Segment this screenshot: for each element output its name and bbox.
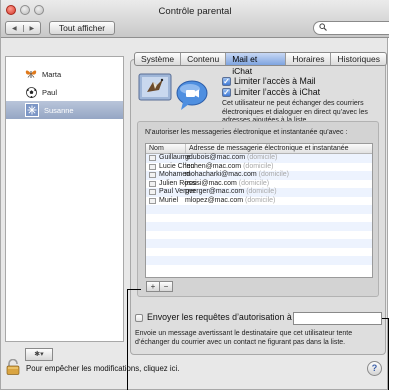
table-row-empty (146, 214, 372, 223)
table-row-empty (146, 256, 372, 265)
callout-line-request-field-vertical (388, 318, 389, 390)
table-row-empty (146, 222, 372, 231)
contact-address: pverger@mac.com (domicile) (185, 188, 277, 195)
contact-name: Muriel (159, 196, 179, 204)
user-name: Marta (42, 69, 62, 79)
back-forward-buttons: ◀ ▶ (5, 21, 41, 35)
user-item-paul[interactable]: Paul (6, 83, 123, 101)
table-row[interactable]: Julien Rossi jrossi@mac.com (domicile) (146, 180, 372, 189)
tab-historiques[interactable]: Historiques (330, 53, 386, 65)
table-row-empty (146, 239, 372, 248)
forward-button[interactable]: ▶ (22, 24, 41, 32)
ichat-app-icon (175, 78, 211, 114)
allowed-contacts-label: N’autoriser les messageries électronique… (145, 129, 348, 136)
parental-controls-window: Contrôle parental ◀ ▶ Tout afficher Mart… (0, 0, 389, 390)
mail-app-icon (137, 70, 173, 106)
contacts-table[interactable]: Nom Adresse de messagerie électronique e… (145, 143, 373, 278)
contact-card-icon (149, 189, 156, 195)
butterfly-icon (25, 68, 37, 80)
contact-address: mlopez@mac.com (domicile) (185, 196, 276, 204)
send-requests-label: Envoyer les requêtes d’autorisation à : (147, 312, 297, 322)
window-title: Contrôle parental (158, 6, 232, 17)
send-requests-checkbox[interactable] (135, 314, 143, 322)
table-row[interactable]: Muriel mlopez@mac.com (domicile) (146, 197, 372, 206)
soccer-ball-icon (25, 86, 37, 98)
table-row-empty (146, 205, 372, 214)
contact-card-icon (149, 155, 156, 161)
snowflake-icon (25, 103, 39, 117)
callout-line-add-button (127, 289, 128, 390)
user-list: Marta Paul Susanne (5, 56, 124, 342)
table-row[interactable]: Guillaume gdubois@mac.com (domicile) (146, 154, 372, 163)
tab-contenu[interactable]: Contenu (180, 53, 225, 65)
contact-card-icon (149, 197, 156, 204)
column-header-address[interactable]: Adresse de messagerie électronique et in… (185, 144, 349, 153)
back-button[interactable]: ◀ (6, 25, 23, 32)
contact-address: luchen@mac.com (domicile) (185, 162, 274, 170)
user-name: Paul (42, 87, 58, 97)
request-recipient-field[interactable] (293, 312, 382, 325)
search-icon (319, 23, 327, 33)
limit-ichat-checkbox[interactable]: ✓ (222, 88, 231, 97)
title-bar: Contrôle parental ◀ ▶ Tout afficher (1, 0, 389, 38)
limit-mail-label: Limiter l’accès à Mail (234, 76, 316, 86)
tab-bar: Système Contenu Mail et iChat Horaires H… (134, 52, 387, 76)
tab-horaires[interactable]: Horaires (285, 53, 330, 65)
contact-card-icon (149, 163, 156, 170)
action-menu-button[interactable]: ✱▾ (25, 348, 53, 361)
remove-contact-button[interactable]: − (159, 282, 172, 291)
column-header-name[interactable]: Nom (149, 144, 164, 153)
limit-mail-checkbox[interactable]: ✓ (222, 77, 231, 86)
table-row-empty (146, 231, 372, 240)
table-row[interactable]: Mohamed mohacharki@mac.com (domicile) (146, 171, 372, 180)
add-contact-button[interactable]: + (147, 282, 159, 291)
user-item-marta[interactable]: Marta (6, 65, 123, 83)
table-row[interactable]: Lucie Chen luchen@mac.com (domicile) (146, 163, 372, 172)
limit-ichat-label: Limiter l’accès à iChat (234, 87, 321, 97)
table-row[interactable]: Paul Verger pverger@mac.com (domicile) (146, 188, 372, 197)
add-remove-buttons: + − (146, 281, 173, 292)
contact-address: jrossi@mac.com (domicile) (185, 179, 270, 187)
tab-mail-ichat[interactable]: Mail et iChat (225, 53, 286, 76)
search-field[interactable] (313, 21, 389, 35)
callout-line-add-button-tick (127, 289, 141, 290)
table-row-empty (146, 248, 372, 257)
contact-address: mohacharki@mac.com (domicile) (185, 171, 289, 178)
contact-card-icon (149, 180, 156, 187)
table-row-empty (146, 265, 372, 274)
user-name: Susanne (44, 105, 74, 115)
send-requests-note: Envoie un message avertissant le destina… (135, 330, 353, 346)
table-header: Nom Adresse de messagerie électronique e… (146, 144, 372, 154)
show-all-button[interactable]: Tout afficher (49, 21, 115, 35)
tab-systeme[interactable]: Système (135, 53, 180, 65)
contact-address: gdubois@mac.com (domicile) (185, 154, 278, 161)
help-button[interactable]: ? (367, 361, 382, 376)
lock-icon[interactable] (6, 358, 20, 375)
lock-instruction: Pour empêcher les modifications, cliquez… (26, 364, 180, 373)
user-item-susanne[interactable]: Susanne (6, 101, 123, 119)
contact-card-icon (149, 172, 156, 178)
